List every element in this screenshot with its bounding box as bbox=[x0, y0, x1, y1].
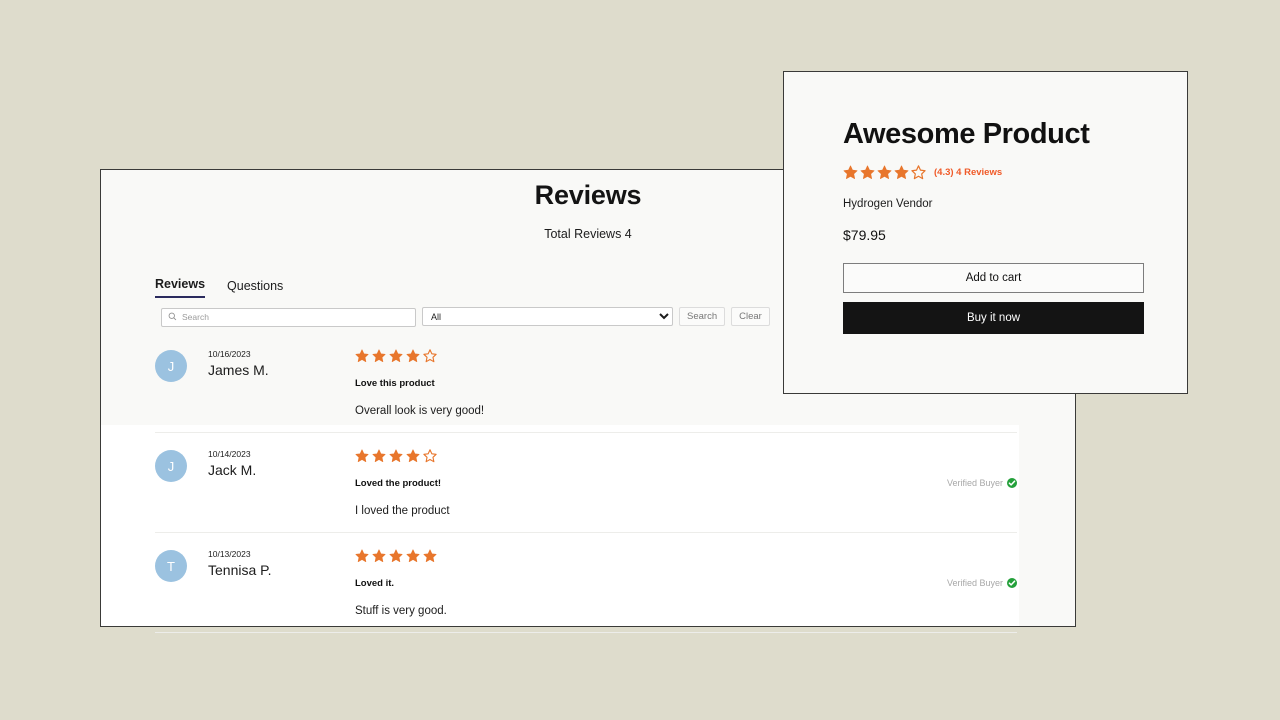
review-body: Overall look is very good! bbox=[355, 405, 485, 417]
review-date: 10/14/2023 bbox=[208, 449, 251, 459]
clear-button[interactable]: Clear bbox=[731, 307, 770, 326]
verified-buyer-badge: Verified Buyer bbox=[946, 577, 1017, 588]
review-content-column: Loved it. Stuff is very good. bbox=[355, 541, 1017, 618]
product-title: Awesome Product bbox=[843, 118, 1090, 150]
search-input[interactable] bbox=[161, 307, 416, 327]
star-filled-icon bbox=[389, 349, 403, 363]
product-rating-text: (4.3) 4 Reviews bbox=[934, 167, 1003, 178]
verified-buyer-label: Verified Buyer bbox=[946, 577, 1003, 588]
star-filled-icon bbox=[355, 549, 369, 563]
review-avatar-column: J bbox=[155, 341, 208, 418]
product-rating[interactable]: (4.3) 4 Reviews bbox=[843, 165, 1142, 180]
star-filled-icon bbox=[406, 449, 420, 463]
star-filled-icon bbox=[372, 349, 386, 363]
review-heading: Loved the product! bbox=[355, 478, 442, 489]
star-filled-icon bbox=[372, 549, 386, 563]
review-filter-select[interactable]: All bbox=[422, 307, 673, 326]
tab-questions[interactable]: Questions bbox=[227, 279, 283, 298]
star-filled-icon bbox=[355, 349, 369, 363]
review-avatar-column: T bbox=[155, 541, 208, 618]
review-author: Jack M. bbox=[208, 462, 257, 478]
star-filled-icon bbox=[843, 165, 858, 179]
star-empty-icon bbox=[911, 165, 926, 180]
star-filled-icon bbox=[877, 165, 892, 179]
review-content-column: Loved the product! I loved the product bbox=[355, 441, 1017, 518]
review-row: J 10/14/2023 Jack M. Loved the product! I lo… bbox=[155, 433, 1017, 533]
review-meta-column: 10/13/2023 Tennisa P. bbox=[208, 541, 355, 618]
star-filled-icon bbox=[406, 549, 420, 563]
star-empty-icon bbox=[423, 349, 437, 363]
review-body: Stuff is very good. bbox=[355, 605, 447, 617]
star-filled-icon bbox=[423, 549, 437, 563]
product-star-rating bbox=[843, 165, 926, 180]
verified-buyer-label: Verified Buyer bbox=[946, 477, 1003, 488]
product-vendor: Hydrogen Vendor bbox=[843, 198, 933, 210]
search-button[interactable]: Search bbox=[679, 307, 726, 326]
review-row: T 10/13/2023 Tennisa P. Loved it. Stuff is v… bbox=[155, 533, 1017, 633]
search-field-wrapper bbox=[161, 307, 416, 327]
review-author: James M. bbox=[208, 362, 269, 378]
star-filled-icon bbox=[389, 449, 403, 463]
review-date: 10/16/2023 bbox=[208, 349, 251, 359]
star-empty-icon bbox=[423, 449, 437, 463]
product-price: $79.95 bbox=[843, 227, 886, 243]
star-filled-icon bbox=[406, 349, 420, 363]
review-author: Tennisa P. bbox=[208, 562, 272, 578]
tab-reviews[interactable]: Reviews bbox=[155, 277, 206, 298]
review-avatar-column: J bbox=[155, 441, 208, 518]
avatar: T bbox=[155, 550, 187, 582]
review-heading: Loved it. bbox=[355, 578, 395, 589]
star-filled-icon bbox=[894, 165, 909, 179]
review-star-rating bbox=[355, 449, 1017, 463]
product-card: Awesome Product (4.3) 4 Reviews Hydrogen… bbox=[783, 71, 1188, 394]
product-actions: Add to cart Buy it now bbox=[843, 263, 1144, 334]
add-to-cart-button[interactable]: Add to cart bbox=[843, 263, 1144, 293]
avatar: J bbox=[155, 450, 187, 482]
star-filled-icon bbox=[860, 165, 875, 179]
reviews-filter-bar: All Search Clear bbox=[161, 307, 770, 327]
star-filled-icon bbox=[389, 549, 403, 563]
reviews-tabs: Reviews Questions bbox=[155, 277, 283, 298]
check-circle-icon bbox=[1007, 577, 1017, 588]
star-filled-icon bbox=[372, 449, 386, 463]
review-meta-column: 10/14/2023 Jack M. bbox=[208, 441, 355, 518]
star-filled-icon bbox=[355, 449, 369, 463]
check-circle-icon bbox=[1007, 477, 1017, 488]
verified-buyer-badge: Verified Buyer bbox=[946, 477, 1017, 488]
buy-it-now-button[interactable]: Buy it now bbox=[843, 302, 1144, 334]
avatar: J bbox=[155, 350, 187, 382]
review-body: I loved the product bbox=[355, 505, 450, 517]
review-date: 10/13/2023 bbox=[208, 549, 251, 559]
review-meta-column: 10/16/2023 James M. bbox=[208, 341, 355, 418]
review-star-rating bbox=[355, 549, 1017, 563]
